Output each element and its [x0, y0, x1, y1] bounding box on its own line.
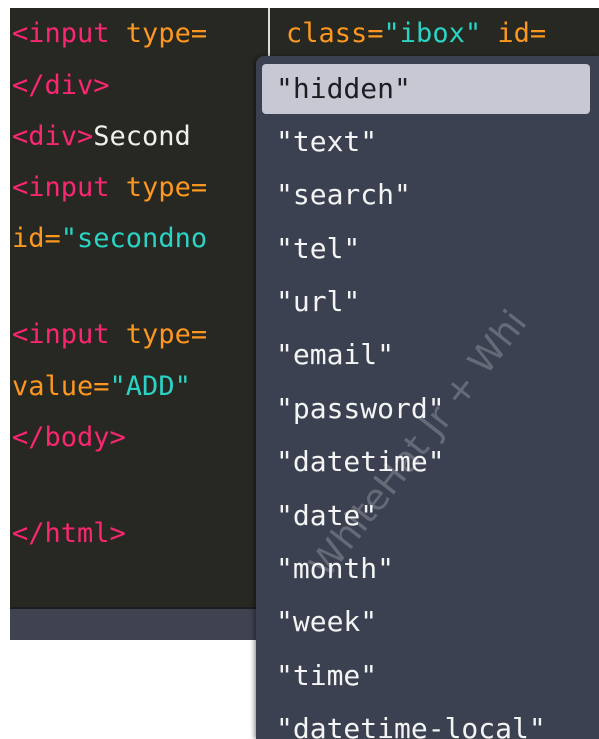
autocomplete-option-tel[interactable]: "tel" [262, 224, 590, 274]
code-tag: <input [12, 18, 110, 49]
code-tag: <div> [12, 121, 94, 152]
code-tag: </body> [12, 422, 126, 453]
code-line-continuation: class="ibox" id= [268, 8, 599, 60]
code-attribute: value= [12, 371, 110, 402]
code-line: <input type= [12, 14, 207, 54]
code-attribute: class= [286, 18, 384, 49]
code-tag: <input [12, 319, 110, 350]
autocomplete-option-search[interactable]: "search" [262, 170, 590, 220]
code-attribute: id= [481, 18, 547, 49]
autocomplete-option-datetime-local[interactable]: "datetime-local" [262, 704, 590, 739]
code-string: "secondno [60, 223, 208, 254]
code-tag: </div> [12, 70, 110, 101]
code-attribute: type= [109, 319, 208, 350]
code-tag: <input [12, 172, 110, 203]
autocomplete-option-month[interactable]: "month" [262, 544, 590, 594]
autocomplete-option-date[interactable]: "date" [262, 491, 590, 541]
code-line: </body> [12, 418, 126, 458]
autocomplete-option-datetime[interactable]: "datetime" [262, 437, 590, 487]
code-line: </div> [12, 66, 110, 106]
autocomplete-dropdown[interactable]: "hidden" "text" "search" "tel" "url" "em… [256, 56, 599, 739]
code-attribute: type= [109, 172, 208, 203]
autocomplete-option-time[interactable]: "time" [262, 651, 590, 701]
code-line: </html> [12, 514, 126, 554]
autocomplete-option-password[interactable]: "password" [262, 384, 590, 434]
code-line: <input type= [12, 315, 207, 355]
code-string: "ADD" [109, 371, 191, 402]
code-line: id="secondno [12, 219, 207, 259]
code-string: "ibox" [383, 18, 482, 49]
code-line: <div>Second [12, 117, 207, 157]
code-text: Second [93, 121, 208, 152]
code-tag: </html> [12, 518, 126, 549]
code-line: <input type= [12, 168, 207, 208]
autocomplete-option-email[interactable]: "email" [262, 330, 590, 380]
code-attribute: id= [12, 223, 61, 254]
autocomplete-option-week[interactable]: "week" [262, 597, 590, 647]
code-line: value="ADD" [12, 367, 191, 407]
code-attribute: type= [109, 18, 208, 49]
autocomplete-option-hidden[interactable]: "hidden" [262, 64, 590, 114]
autocomplete-option-text[interactable]: "text" [262, 117, 590, 167]
autocomplete-option-url[interactable]: "url" [262, 277, 590, 327]
